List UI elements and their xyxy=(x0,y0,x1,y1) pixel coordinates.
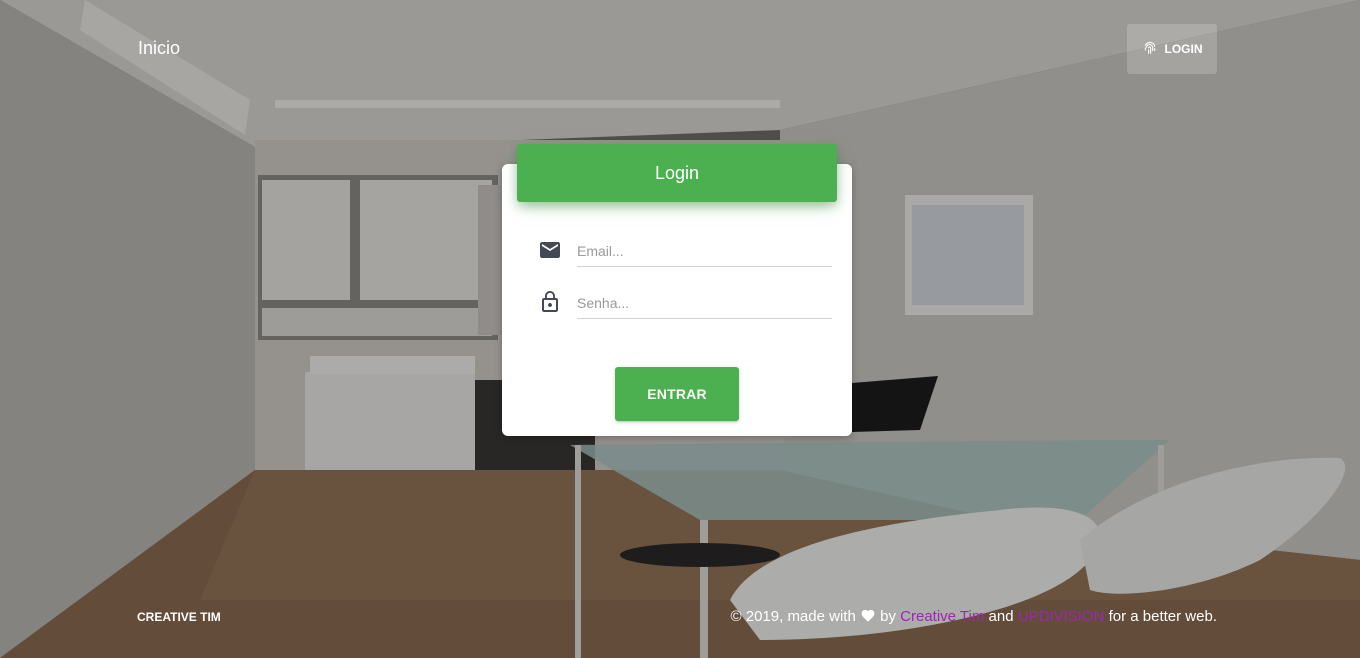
login-nav-button[interactable]: LOGIN xyxy=(1127,24,1217,74)
footer-copyright: © 2019, made with by Creative Tim and UP… xyxy=(731,608,1217,625)
by-text: by xyxy=(880,608,896,625)
submit-button[interactable]: ENTRAR xyxy=(615,367,739,421)
card-title: Login xyxy=(654,162,700,183)
footer-suffix: for a better web. xyxy=(1108,608,1217,625)
home-link[interactable]: Inicio xyxy=(138,38,180,59)
card-header: Login xyxy=(517,144,837,202)
login-card: Login ENTRAR xyxy=(502,144,852,436)
footer-brand-link[interactable]: CREATIVE TIM xyxy=(137,610,221,624)
updivision-link[interactable]: UPDIVISION xyxy=(1018,608,1105,625)
password-field-group xyxy=(538,284,832,320)
and-text: and xyxy=(988,608,1014,625)
lock-icon xyxy=(538,290,562,314)
fingerprint-icon xyxy=(1142,40,1158,59)
email-input[interactable] xyxy=(577,236,832,267)
login-page: Inicio LOGIN Login Email... ENTRAR CREAT… xyxy=(0,0,1360,658)
email-field-group xyxy=(538,232,832,268)
heart-icon xyxy=(860,608,876,622)
login-nav-label: LOGIN xyxy=(1164,42,1203,56)
password-input[interactable] xyxy=(577,288,832,319)
copyright-prefix: © 2019, made with xyxy=(730,608,856,625)
mail-icon xyxy=(538,238,562,262)
creative-tim-link[interactable]: Creative Tim xyxy=(900,608,984,625)
